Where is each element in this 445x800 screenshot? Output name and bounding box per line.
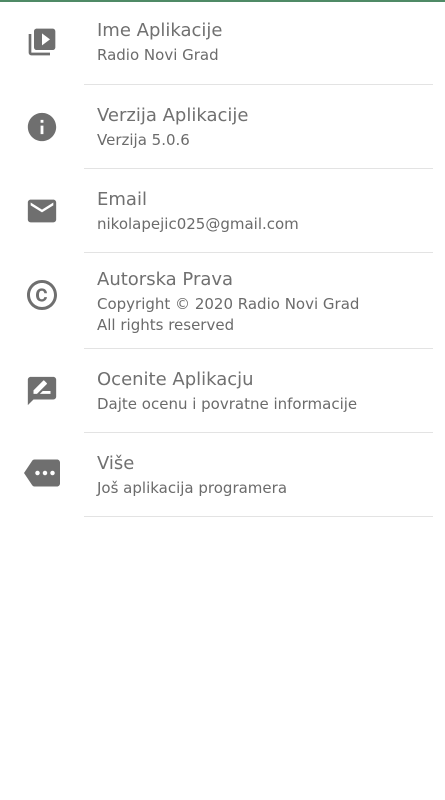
about-list: Ime Aplikacije Radio Novi Grad Verzija A…	[0, 0, 445, 517]
item-title: Email	[97, 189, 147, 210]
item-title: Autorska Prava	[97, 269, 234, 290]
item-subtitle: Verzija 5.0.6	[97, 131, 190, 149]
email-icon	[24, 193, 60, 229]
item-subtitle: Dajte ocenu i povratne informacije	[97, 395, 358, 413]
item-subtitle: nikolapejic025@gmail.com	[97, 215, 299, 233]
more-tag-icon	[24, 455, 60, 491]
copyright-icon	[24, 277, 60, 313]
item-title: Ocenite Aplikacju	[97, 369, 254, 390]
list-item-copyright[interactable]: Autorska Prava Copyright © 2020 Radio No…	[0, 253, 445, 349]
item-title: Više	[97, 453, 135, 474]
item-title: Ime Aplikacije	[97, 20, 223, 41]
list-item-app-name[interactable]: Ime Aplikacije Radio Novi Grad	[0, 0, 445, 85]
list-item-rate-app[interactable]: Ocenite Aplikacju Dajte ocenu i povratne…	[0, 349, 445, 433]
list-item-app-version[interactable]: Verzija Aplikacije Verzija 5.0.6	[0, 85, 445, 169]
list-item-email[interactable]: Email nikolapejic025@gmail.com	[0, 169, 445, 253]
rate-review-icon	[24, 373, 60, 409]
item-subtitle: Copyright © 2020 Radio Novi Grad All rig…	[97, 295, 360, 334]
item-subtitle: Radio Novi Grad	[97, 46, 219, 64]
divider	[84, 516, 433, 517]
item-subtitle: Još aplikacija programera	[97, 479, 288, 497]
info-icon	[24, 109, 60, 145]
item-title: Verzija Aplikacije	[97, 105, 249, 126]
list-item-more[interactable]: Više Još aplikacija programera	[0, 433, 445, 517]
video-library-icon	[24, 24, 60, 60]
